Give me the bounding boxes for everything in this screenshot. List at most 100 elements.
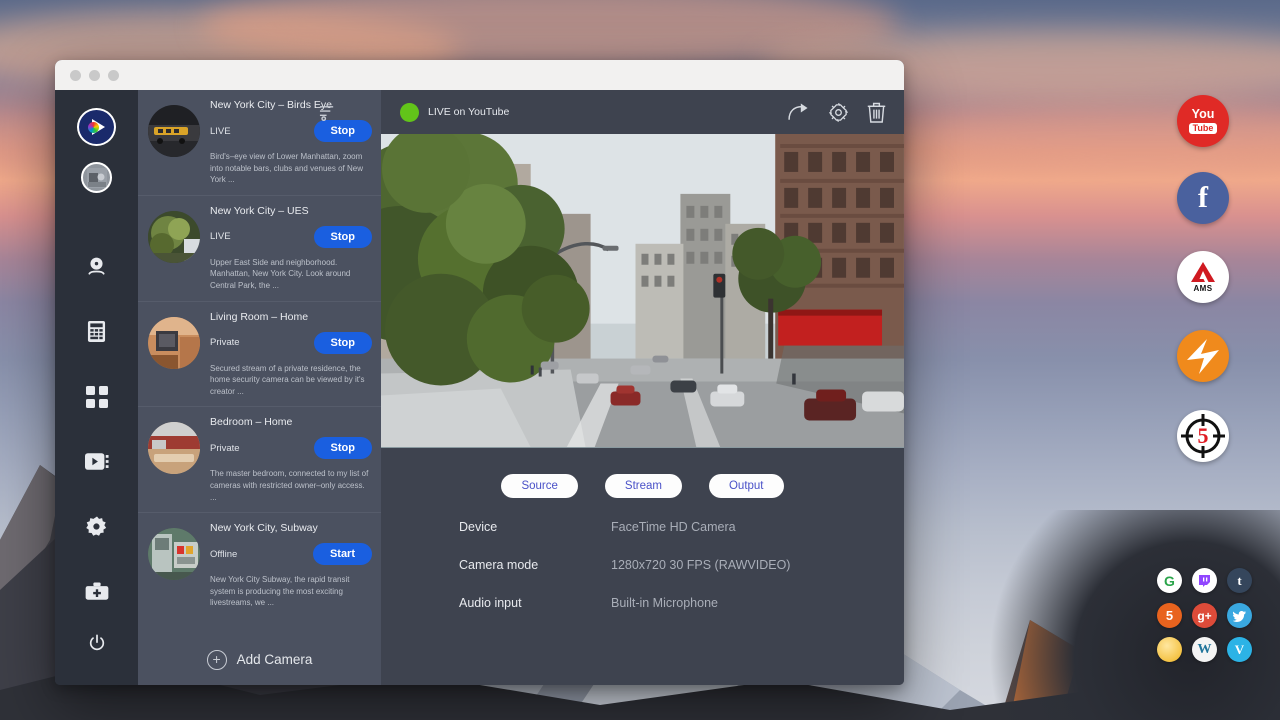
gear-icon[interactable] <box>828 102 849 123</box>
camera-status-row: LIVE Stop <box>210 226 372 248</box>
detail-value[interactable]: FaceTime HD Camera <box>611 520 736 534</box>
window-maximize-button[interactable] <box>108 70 119 81</box>
avatar-thumb-icon <box>87 168 107 188</box>
sidebar-item-settings[interactable] <box>77 507 117 546</box>
adobe-a-icon <box>1190 261 1216 283</box>
thumb-birds-eye <box>148 105 200 157</box>
camera-info: Bedroom – Home Private Stop The master b… <box>210 416 372 503</box>
sidebar-item-video-player[interactable] <box>77 442 117 481</box>
desktop-icon-target-five[interactable]: 5 <box>1177 410 1229 462</box>
webcam-icon <box>85 255 108 278</box>
camera-description: Bird's–eye view of Lower Manhattan, zoom… <box>210 151 372 186</box>
desktop-icon-wowza[interactable] <box>1177 330 1229 382</box>
desktop-icon-adobe-ams[interactable]: AMS <box>1177 251 1229 303</box>
desktop-icon-tumblr[interactable]: t <box>1227 568 1252 593</box>
live-indicator-dot <box>400 103 419 122</box>
sidebar-item-device[interactable] <box>77 312 117 351</box>
camera-status: LIVE <box>210 126 231 137</box>
desktop-icon-vimeo[interactable]: V <box>1227 637 1252 662</box>
camera-list-item[interactable]: New York City, Subway Offline Start New … <box>138 513 381 618</box>
app-body: New York City – Birds Eye LIVE Stop Bird… <box>55 90 904 685</box>
window-titlebar[interactable] <box>55 60 904 90</box>
desktop-icon-five-orange[interactable]: 5 <box>1157 603 1182 628</box>
desktop-icon-facebook[interactable]: f <box>1177 172 1229 224</box>
camera-avatar-icon[interactable] <box>81 162 112 192</box>
camera-toggle-button[interactable]: Start <box>313 543 372 565</box>
source-details: Device FaceTime HD Camera Camera mode 12… <box>381 520 904 634</box>
camera-list-item[interactable]: New York City – UES LIVE Stop Upper East… <box>138 196 381 302</box>
thumb-subway <box>148 528 200 580</box>
desktop-icon-google-plus[interactable]: g+ <box>1192 603 1217 628</box>
camera-description: New York City Subway, the rapid transit … <box>210 574 372 609</box>
desktop-icon-twitter[interactable] <box>1227 603 1252 628</box>
share-arrow-icon[interactable] <box>788 103 810 121</box>
camera-info: New York City – UES LIVE Stop Upper East… <box>210 205 372 292</box>
tab-stream[interactable]: Stream <box>605 474 682 498</box>
video-player-icon <box>85 452 109 471</box>
facebook-f-glyph: f <box>1198 183 1208 213</box>
list-settings-icon[interactable] <box>319 104 336 121</box>
detail-row-device: Device FaceTime HD Camera <box>459 520 904 534</box>
camera-status: Offline <box>210 549 237 560</box>
camera-toggle-button[interactable]: Stop <box>314 120 372 142</box>
tab-source[interactable]: Source <box>501 474 577 498</box>
desktop-icon-grabber[interactable]: G <box>1157 568 1182 593</box>
thumb-living-room <box>148 317 200 369</box>
camera-toggle-button[interactable]: Stop <box>314 332 372 354</box>
camera-toggle-button[interactable]: Stop <box>314 437 372 459</box>
g-glyph: G <box>1164 573 1175 589</box>
camera-list-item[interactable]: New York City – Birds Eye LIVE Stop Bird… <box>138 90 381 196</box>
app-logo-icon[interactable] <box>77 108 116 146</box>
trash-icon[interactable] <box>867 102 886 123</box>
five-orange-glyph: 5 <box>1166 608 1173 623</box>
camera-list-item[interactable]: Living Room – Home Private Stop Secured … <box>138 302 381 408</box>
twitter-bird-icon <box>1233 610 1247 622</box>
detail-row-audio-input: Audio input Built-in Microphone <box>459 596 904 610</box>
video-preview[interactable] <box>381 134 904 448</box>
tumblr-glyph: t <box>1237 573 1241 589</box>
window-minimize-button[interactable] <box>89 70 100 81</box>
sidebar-item-grid[interactable] <box>77 377 117 416</box>
thumb-bedroom <box>148 422 200 474</box>
desktop-icon-wordpress[interactable]: W <box>1192 637 1217 662</box>
camera-description: Upper East Side and neighborhood. Manhat… <box>210 257 372 292</box>
tab-output[interactable]: Output <box>709 474 784 498</box>
topbar-actions <box>788 102 886 123</box>
camera-info: New York City – Birds Eye LIVE Stop Bird… <box>210 99 372 186</box>
camera-list: New York City – Birds Eye LIVE Stop Bird… <box>138 90 381 685</box>
add-camera-button[interactable]: + Add Camera <box>138 618 381 670</box>
detail-value[interactable]: 1280x720 30 FPS (RAWVIDEO) <box>611 558 790 572</box>
detail-label: Audio input <box>459 596 611 610</box>
video-frame <box>381 134 904 447</box>
detail-value[interactable]: Built-in Microphone <box>611 596 718 610</box>
camera-status-row: LIVE Stop <box>210 120 372 142</box>
grid-icon <box>86 386 108 408</box>
gplus-glyph: g+ <box>1197 609 1211 623</box>
camera-thumbnail <box>148 105 200 157</box>
camera-description: Secured stream of a private residence, t… <box>210 363 372 398</box>
wordpress-glyph: W <box>1198 642 1212 658</box>
desktop-icon-twitch[interactable] <box>1192 568 1217 593</box>
camera-list-item[interactable]: Bedroom – Home Private Stop The master b… <box>138 407 381 513</box>
sidebar-item-webcam[interactable] <box>77 247 117 286</box>
main-topbar: LIVE on YouTube <box>381 90 904 134</box>
sidebar-item-add-media[interactable] <box>77 573 117 612</box>
power-icon <box>88 634 106 652</box>
sidebar-item-power[interactable] <box>77 624 117 663</box>
left-rail <box>55 90 138 685</box>
desktop-icon-sun[interactable] <box>1157 637 1182 662</box>
camera-status: Private <box>210 337 240 348</box>
camera-status: LIVE <box>210 231 231 242</box>
camera-thumbnail <box>148 317 200 369</box>
app-window: New York City – Birds Eye LIVE Stop Bird… <box>55 60 904 685</box>
window-close-button[interactable] <box>70 70 81 81</box>
camera-status-row: Private Stop <box>210 332 372 354</box>
detail-label: Device <box>459 520 611 534</box>
detail-row-camera-mode: Camera mode 1280x720 30 FPS (RAWVIDEO) <box>459 558 904 572</box>
camera-status: Private <box>210 443 240 454</box>
camera-description: The master bedroom, connected to my list… <box>210 468 372 503</box>
desktop-icon-youtube[interactable]: You Tube <box>1177 95 1229 147</box>
camera-toggle-button[interactable]: Stop <box>314 226 372 248</box>
camera-title: New York City – Birds Eye <box>210 99 372 111</box>
live-status: LIVE on YouTube <box>400 103 509 122</box>
